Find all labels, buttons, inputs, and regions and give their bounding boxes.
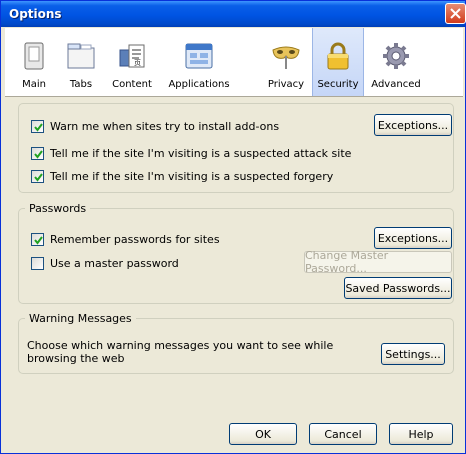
ok-button[interactable]: OK	[229, 423, 297, 445]
gear-icon	[383, 43, 409, 69]
passwords-group: Passwords Remember passwords for sites E…	[18, 202, 454, 304]
content-icon: 页	[119, 44, 145, 68]
tab-advanced[interactable]: Advanced	[366, 28, 426, 96]
tab-advanced-label: Advanced	[371, 79, 421, 90]
tab-content[interactable]: 页 Content	[105, 28, 159, 96]
attack-site-label: Tell me if the site I'm visiting is a su…	[50, 147, 352, 160]
tab-privacy[interactable]: Privacy	[261, 28, 311, 96]
switch-icon	[24, 42, 44, 70]
options-dialog: Options Main Tabs 页 Content Applications…	[0, 0, 466, 454]
title-bar[interactable]: Options	[1, 1, 466, 27]
passwords-exceptions-button[interactable]: Exceptions...	[374, 227, 452, 249]
forgery-label: Tell me if the site I'm visiting is a su…	[50, 170, 334, 183]
change-master-password-button[interactable]: Change Master Password...	[304, 249, 452, 275]
privacy-mask-icon	[272, 46, 300, 69]
master-password-row[interactable]: Use a master password	[31, 257, 179, 270]
checkmark-icon	[34, 236, 43, 245]
svg-text:页: 页	[134, 59, 141, 67]
tab-security[interactable]: Security	[312, 28, 364, 96]
tab-applications[interactable]: Applications	[161, 28, 237, 96]
checkmark-icon	[34, 123, 43, 132]
security-group: Warn me when sites try to install add-on…	[18, 103, 454, 193]
tab-main[interactable]: Main	[11, 28, 57, 96]
checkmark-icon	[34, 150, 43, 159]
remember-passwords-row[interactable]: Remember passwords for sites	[31, 233, 220, 246]
saved-passwords-button[interactable]: Saved Passwords...	[344, 277, 452, 299]
window-title: Options	[9, 7, 62, 21]
remember-passwords-label: Remember passwords for sites	[50, 233, 220, 246]
tab-tabs-label: Tabs	[69, 79, 93, 90]
tabs-icon	[67, 43, 95, 69]
master-password-label: Use a master password	[50, 257, 179, 270]
close-button[interactable]	[445, 3, 466, 24]
tab-applications-label: Applications	[168, 79, 230, 90]
addons-warning-row[interactable]: Warn me when sites try to install add-on…	[31, 120, 279, 133]
attack-site-row[interactable]: Tell me if the site I'm visiting is a su…	[31, 147, 351, 160]
checkmark-icon	[34, 173, 43, 182]
warning-messages-description: Choose which warning messages you want t…	[27, 339, 334, 365]
padlock-icon	[327, 42, 349, 70]
help-button[interactable]: Help	[389, 423, 453, 445]
forgery-row[interactable]: Tell me if the site I'm visiting is a su…	[31, 170, 333, 183]
close-icon	[450, 8, 461, 19]
tab-tabs[interactable]: Tabs	[59, 28, 103, 96]
addons-warning-checkbox[interactable]	[31, 120, 44, 133]
warning-messages-legend: Warning Messages	[29, 312, 132, 325]
attack-site-checkbox[interactable]	[31, 147, 44, 160]
tab-content-label: Content	[112, 79, 152, 90]
tab-security-label: Security	[317, 79, 359, 90]
addons-exceptions-button[interactable]: Exceptions...	[374, 114, 452, 136]
tab-main-label: Main	[22, 79, 46, 90]
master-password-checkbox[interactable]	[31, 257, 44, 270]
remember-passwords-checkbox[interactable]	[31, 233, 44, 246]
security-panel: Warn me when sites try to install add-on…	[5, 98, 463, 446]
applications-icon	[185, 43, 213, 69]
warning-messages-group: Warning Messages Choose which warning me…	[18, 312, 454, 374]
tab-privacy-label: Privacy	[267, 79, 305, 90]
category-toolbar: Main Tabs 页 Content Applications Privacy…	[5, 28, 463, 97]
warning-settings-button[interactable]: Settings...	[381, 343, 445, 365]
passwords-legend: Passwords	[29, 202, 87, 215]
cancel-button[interactable]: Cancel	[309, 423, 377, 445]
addons-warning-label: Warn me when sites try to install add-on…	[50, 120, 280, 133]
forgery-checkbox[interactable]	[31, 170, 44, 183]
